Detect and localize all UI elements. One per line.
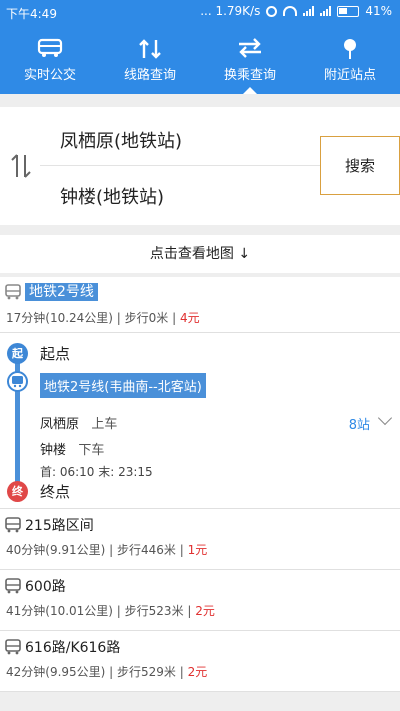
wifi-icon [283, 6, 298, 16]
plan-meta-text: 41分钟(10.01公里) | 步行523米 | [6, 604, 196, 618]
start-label: 起点 [40, 345, 71, 363]
route-arrows-icon [100, 24, 200, 59]
bus-icon [0, 24, 100, 58]
alight-info: 钟楼 下车 [40, 439, 104, 458]
tab-realtime-bus[interactable]: 实时公交 [0, 24, 100, 94]
network-speed: ... 1.79K/s [200, 4, 261, 18]
bus-icon [5, 517, 21, 533]
bus-node-icon [7, 371, 28, 392]
plan-price: 2元 [195, 604, 215, 618]
tab-transfer-query[interactable]: 换乘查询 [200, 24, 300, 94]
plan-title: 215路区间 [25, 518, 94, 534]
plan-detail: 起 起点 地铁2号线(韦曲南--北客站) 凤栖原 上车 8站 钟楼 下车 首: … [0, 333, 400, 509]
plan-meta-text: 17分钟(10.24公里) | 步行0米 | [6, 311, 180, 325]
signal-icon-2 [320, 6, 332, 16]
start-node: 起 [7, 343, 28, 364]
plan-meta: 17分钟(10.24公里) | 步行0米 | 4元 [6, 309, 200, 326]
plan-title-text: 地铁2号线 [25, 283, 98, 301]
bus-icon [5, 284, 21, 300]
plan-meta: 41分钟(10.01公里) | 步行523米 | 2元 [6, 602, 215, 619]
plan-item[interactable]: 600路 41分钟(10.01公里) | 步行523米 | 2元 [0, 570, 400, 631]
plan-title: 地铁2号线 [25, 281, 98, 301]
plan-title: 600路 [25, 579, 66, 595]
signal-icon [303, 6, 315, 16]
view-map-link[interactable]: 点击查看地图 ↓ [0, 235, 400, 273]
swap-direction-icon[interactable] [10, 153, 32, 183]
end-node: 终 [7, 481, 28, 502]
route-input-card: 凤栖原(地铁站) 钟楼(地铁站) 搜索 [0, 107, 400, 225]
battery-icon [337, 5, 360, 17]
plan-item[interactable]: 616路/K616路 42分钟(9.95公里) | 步行529米 | 2元 [0, 631, 400, 692]
end-label: 终点 [40, 483, 71, 501]
alarm-icon [266, 5, 278, 17]
tab-label: 线路查询 [123, 68, 176, 83]
service-hours: 首: 06:10 末: 23:15 [40, 465, 153, 479]
plan-price: 4元 [179, 311, 200, 325]
tab-label: 附近站点 [323, 68, 376, 83]
plan-meta-text: 42分钟(9.95公里) | 步行529米 | [6, 665, 188, 679]
plan-header[interactable]: 地铁2号线 17分钟(10.24公里) | 步行0米 | 4元 [0, 277, 400, 333]
status-icons: ... 1.79K/s 41% [200, 4, 392, 18]
tab-label: 实时公交 [23, 68, 76, 83]
bus-icon [5, 639, 21, 655]
search-button[interactable]: 搜索 [320, 136, 400, 195]
tab-label: 换乘查询 [223, 68, 276, 83]
line-name-chip: 地铁2号线(韦曲南--北客站) [40, 373, 206, 398]
plan-meta: 42分钟(9.95公里) | 步行529米 | 2元 [6, 663, 207, 680]
alight-station: 钟楼 [40, 443, 67, 458]
transfer-arrows-icon [200, 24, 300, 58]
chevron-down-icon[interactable] [377, 410, 393, 426]
transfer-results: 地铁2号线 17分钟(10.24公里) | 步行0米 | 4元 起 起点 地铁2… [0, 277, 400, 692]
plan-meta-text: 40分钟(9.91公里) | 步行446米 | [6, 543, 188, 557]
status-time: 下午4:49 [6, 7, 57, 21]
board-action: 上车 [91, 417, 118, 432]
board-info: 凤栖原 上车 [40, 413, 117, 432]
status-bar: 下午4:49 ... 1.79K/s 41% [0, 0, 400, 24]
tab-nearby-stops[interactable]: 附近站点 [300, 24, 400, 94]
top-nav: 实时公交 线路查询 换乘查询 附近站点 [0, 24, 400, 94]
plan-item[interactable]: 215路区间 40分钟(9.91公里) | 步行446米 | 1元 [0, 509, 400, 570]
plan-price: 1元 [187, 543, 208, 557]
bus-icon [5, 578, 21, 594]
battery-level: 41% [365, 4, 392, 18]
plan-title: 616路/K616路 [25, 640, 121, 656]
plan-price: 2元 [187, 665, 208, 679]
plan-meta: 40分钟(9.91公里) | 步行446米 | 1元 [6, 541, 207, 558]
from-station-field[interactable]: 凤栖原(地铁站) [60, 127, 182, 153]
alight-action: 下车 [78, 443, 105, 458]
pin-icon [300, 24, 400, 59]
divider [40, 165, 320, 166]
to-station-field[interactable]: 钟楼(地铁站) [60, 183, 164, 209]
stop-count[interactable]: 8站 [349, 414, 370, 433]
tab-route-query[interactable]: 线路查询 [100, 24, 200, 94]
board-station: 凤栖原 [40, 417, 80, 432]
